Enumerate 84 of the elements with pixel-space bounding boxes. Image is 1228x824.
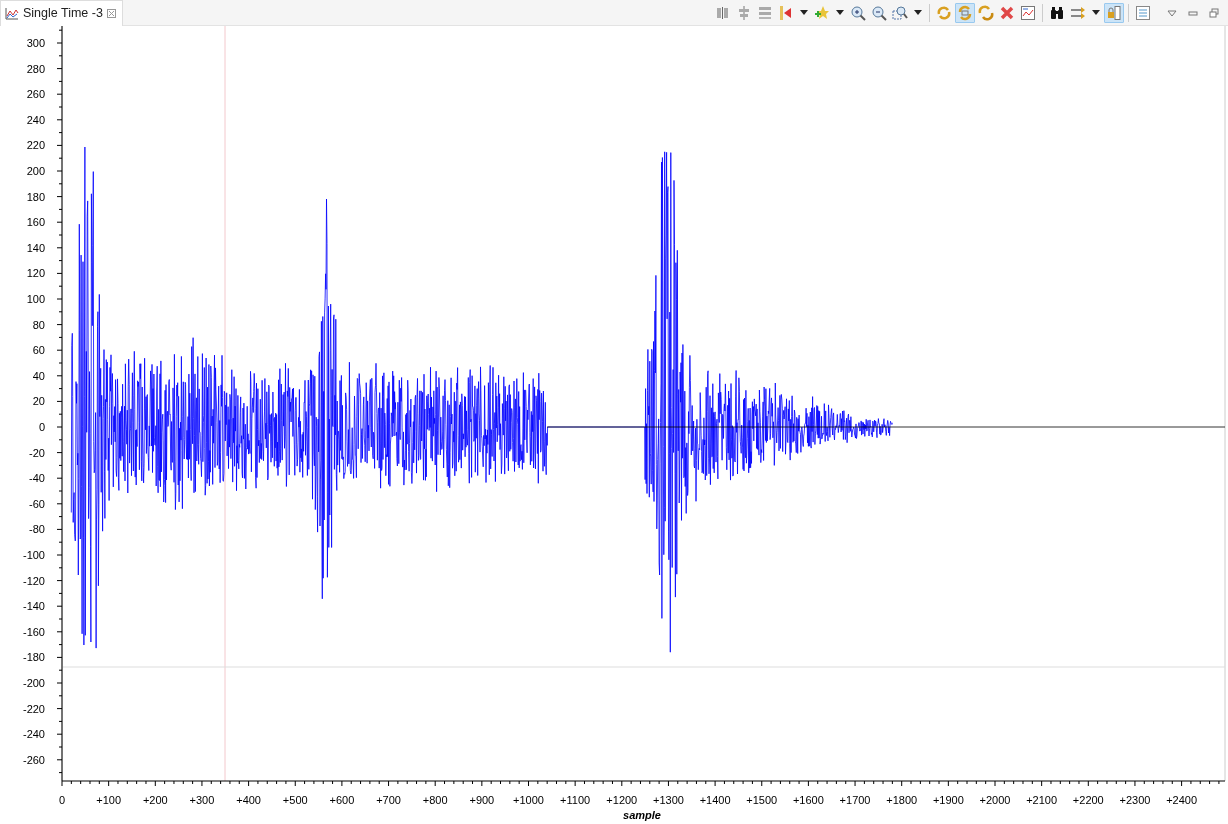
sync-arrows-icon xyxy=(936,4,952,21)
tick-label: +800 xyxy=(422,794,448,806)
tick-label: 280 xyxy=(26,62,45,75)
lock-panel-button[interactable] xyxy=(1104,2,1124,23)
tick-label: -100 xyxy=(22,549,45,561)
tick-label: -200 xyxy=(22,677,45,689)
dropdown-caret-icon[interactable] xyxy=(836,10,844,15)
tick-label: +1000 xyxy=(513,794,544,806)
tick-label: -140 xyxy=(22,600,45,613)
ruler-marker-icon xyxy=(778,4,794,21)
tick-label: +400 xyxy=(236,794,261,806)
tick-label: +2100 xyxy=(1026,794,1058,806)
lock-panel-icon xyxy=(1106,4,1122,21)
tick-label: 0 xyxy=(38,421,45,433)
arrows-icon xyxy=(1070,4,1086,21)
delete-icon xyxy=(999,4,1015,21)
sync-arrows-button[interactable] xyxy=(976,2,996,23)
dropdown-caret-icon[interactable] xyxy=(800,10,808,15)
tick-label: -260 xyxy=(22,753,45,766)
columns-icon xyxy=(715,4,731,21)
tick-label: 180 xyxy=(26,190,45,203)
tick-label: 60 xyxy=(32,344,45,357)
star-plus-icon xyxy=(814,4,830,21)
tick-label: +300 xyxy=(189,794,215,806)
tick-label: +1700 xyxy=(839,794,871,806)
tick-label: 240 xyxy=(26,113,45,126)
editor-tab[interactable]: Single Time -3 xyxy=(0,0,123,26)
close-icon[interactable] xyxy=(106,9,116,18)
list-icon xyxy=(1135,4,1151,21)
tick-label: +1400 xyxy=(699,794,731,806)
tick-label: 40 xyxy=(32,369,45,382)
tick-label: +2000 xyxy=(979,794,1011,806)
align-center-icon xyxy=(736,4,752,21)
dropdown-caret-icon[interactable] xyxy=(1092,10,1100,15)
restore-icon[interactable] xyxy=(1208,6,1220,19)
chart-window-icon xyxy=(1020,4,1036,21)
binoculars-icon xyxy=(1049,4,1065,21)
tick-label: -20 xyxy=(29,446,45,459)
tick-label: +600 xyxy=(329,794,355,806)
tick-label: +200 xyxy=(142,794,168,806)
tick-label: -220 xyxy=(22,702,45,715)
axis-title: sample xyxy=(623,809,661,821)
tick-label: 260 xyxy=(26,88,45,101)
tick-label: +2200 xyxy=(1072,794,1104,806)
tab-title: Single Time -3 xyxy=(23,5,103,23)
sync-arrows-icon xyxy=(978,4,994,21)
tick-label: 200 xyxy=(26,165,45,177)
tick-label: 80 xyxy=(32,318,45,331)
tick-label: +1300 xyxy=(653,794,684,806)
tick-label: 300 xyxy=(26,37,45,49)
tick-label: +1500 xyxy=(746,794,778,806)
tick-label: -80 xyxy=(29,523,45,536)
tick-label: 20 xyxy=(32,395,45,408)
tick-label: +700 xyxy=(376,794,401,806)
tick-label: +1600 xyxy=(792,794,824,806)
tick-label: +1800 xyxy=(886,794,918,806)
tick-label: +2400 xyxy=(1166,794,1198,806)
tick-label: 160 xyxy=(26,216,45,229)
zoom-out-icon xyxy=(871,4,887,21)
tick-label: -160 xyxy=(22,625,45,638)
tick-label: -60 xyxy=(29,497,45,510)
zoom-box-icon xyxy=(892,4,908,21)
tick-label: +500 xyxy=(282,794,308,806)
tick-label: +1200 xyxy=(606,794,638,806)
tick-label: +1900 xyxy=(932,794,964,806)
tick-label: +1100 xyxy=(560,794,591,806)
tick-label: +2300 xyxy=(1119,794,1151,806)
tick-label: 140 xyxy=(26,241,45,254)
tick-label: +100 xyxy=(96,794,122,806)
chart-icon xyxy=(5,7,19,20)
rows-icon xyxy=(757,4,773,21)
tick-label: 100 xyxy=(26,293,45,305)
sync-arrows-icon xyxy=(957,4,973,21)
zoom-in-icon xyxy=(850,4,866,21)
tick-label: 220 xyxy=(26,139,45,152)
tick-label: -240 xyxy=(22,728,45,741)
tick-label: -40 xyxy=(29,472,45,485)
tick-label: +900 xyxy=(469,794,495,806)
dropdown-caret-icon[interactable] xyxy=(914,10,922,15)
tick-label: 120 xyxy=(26,267,45,280)
tick-label: -120 xyxy=(22,574,45,587)
tick-label: -180 xyxy=(22,651,45,664)
tick-label: 0 xyxy=(58,794,66,806)
sync-arrows-button[interactable] xyxy=(955,2,975,23)
